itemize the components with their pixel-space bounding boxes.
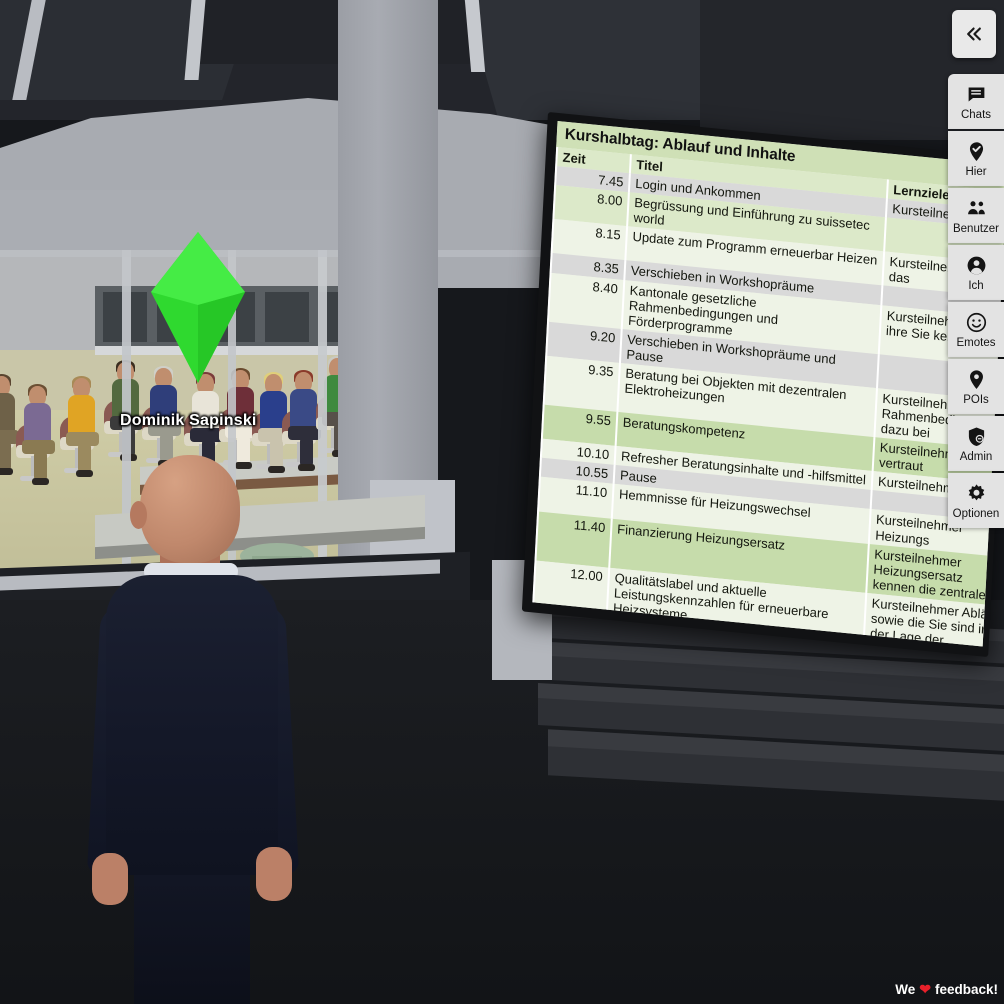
sidebar-item-label: Hier — [965, 165, 987, 178]
collapse-sidebar-button[interactable] — [952, 10, 996, 58]
green-plumbob-icon — [148, 230, 248, 385]
sidebar-item-benutzer[interactable]: Benutzer — [948, 188, 1004, 243]
users-icon — [966, 197, 987, 221]
right-sidebar: Chats Hier Benutzer Ich Emotes POIs Admin Optio… — [948, 74, 1004, 530]
heart-icon: ❤ — [919, 981, 931, 997]
screen-bezel: Kurshalbtag: Ablauf und Inhalte Zeit Tit… — [521, 112, 1004, 658]
cell-zeit: 8.40 — [548, 272, 625, 329]
agenda-table: Zeit Titel Lernziele 7.45 Login und Ankom… — [532, 147, 1004, 647]
sidebar-item-chats[interactable]: Chats — [948, 74, 1004, 129]
feedback-text-before: We — [895, 982, 916, 997]
shield-user-icon — [966, 425, 987, 449]
feedback-link[interactable]: We ❤ feedback! — [895, 981, 998, 998]
cell-zeit: 11.40 — [535, 511, 612, 568]
avatar-jacket — [106, 575, 278, 875]
player-avatar[interactable] — [78, 455, 308, 1004]
sidebar-item-label: Ich — [968, 279, 984, 292]
app-viewport: Dominik Sapinski Kurshalbtag: Ablauf und… — [0, 0, 1004, 1004]
avatar-hand-left — [92, 853, 128, 905]
player-nametag: Dominik Sapinski — [120, 412, 257, 429]
location-check-icon — [966, 140, 987, 164]
sidebar-item-hier[interactable]: Hier — [948, 131, 1004, 186]
sidebar-item-label: POIs — [963, 393, 989, 406]
chevron-double-left-icon — [967, 27, 981, 41]
cell-zeit: 12.00 — [532, 560, 610, 632]
feedback-text-after: feedback! — [934, 982, 998, 997]
gear-icon — [966, 482, 987, 506]
sidebar-item-label: Admin — [959, 450, 993, 463]
sidebar-item-label: Emotes — [956, 336, 996, 349]
sidebar-item-label: Optionen — [952, 507, 1000, 520]
slide-content: Kurshalbtag: Ablauf und Inhalte Zeit Tit… — [532, 120, 1004, 647]
sidebar-item-pois[interactable]: POIs — [948, 359, 1004, 414]
avatar-ear — [130, 501, 147, 529]
sidebar-item-ich[interactable]: Ich — [948, 245, 1004, 300]
avatar-head — [140, 455, 240, 563]
ceiling — [0, 0, 1004, 140]
sidebar-item-admin[interactable]: Admin — [948, 416, 1004, 471]
avatar-hand-right — [256, 847, 292, 901]
chat-icon — [966, 83, 987, 107]
sidebar-item-label: Benutzer — [952, 222, 1000, 235]
smiley-icon — [966, 311, 987, 335]
sidebar-item-emotes[interactable]: Emotes — [948, 302, 1004, 357]
sidebar-item-label: Chats — [960, 108, 992, 121]
avatar-legs — [134, 855, 250, 1004]
person-icon — [966, 254, 987, 278]
cell-zeit: 9.35 — [543, 355, 620, 413]
map-pin-icon — [966, 368, 987, 392]
sidebar-item-optionen[interactable]: Optionen — [948, 473, 1004, 528]
presentation-screen[interactable]: Kurshalbtag: Ablauf und Inhalte Zeit Tit… — [521, 112, 1004, 677]
